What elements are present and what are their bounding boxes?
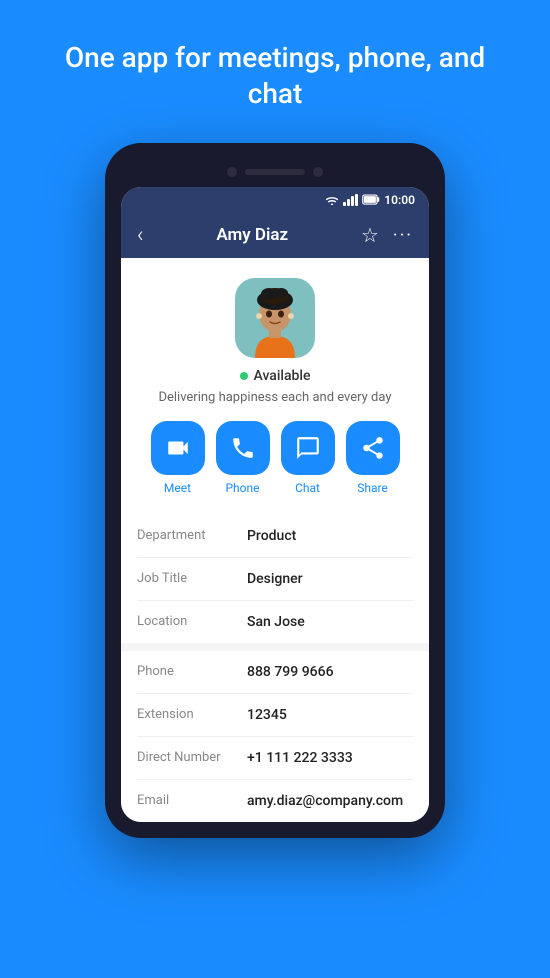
share-button[interactable]: Share xyxy=(346,421,400,495)
email-value: amy.diaz@company.com xyxy=(247,793,403,809)
extension-row: Extension 12345 xyxy=(137,694,413,737)
direct-number-value: +1 111 222 3333 xyxy=(247,750,353,766)
speaker xyxy=(245,169,305,175)
email-label: Email xyxy=(137,793,247,808)
section-divider xyxy=(121,643,429,651)
availability-status: Available xyxy=(240,368,311,384)
back-button[interactable]: ‹ xyxy=(137,223,144,248)
share-label: Share xyxy=(357,481,388,495)
department-label: Department xyxy=(137,528,247,543)
meet-icon-circle xyxy=(151,421,205,475)
camera-right xyxy=(313,167,323,177)
chat-label: Chat xyxy=(295,481,320,495)
wifi-icon xyxy=(325,195,339,205)
signal-icon xyxy=(343,194,358,206)
status-bar: 10:00 xyxy=(121,187,429,213)
email-row: Email amy.diaz@company.com xyxy=(137,780,413,822)
direct-number-label: Direct Number xyxy=(137,750,247,765)
more-options-button[interactable]: ··· xyxy=(393,225,413,246)
contact-info-group1: Department Product Job Title Designer Lo… xyxy=(121,515,429,643)
profile-section: Available Delivering happiness each and … xyxy=(121,258,429,515)
nav-actions: ☆ ··· xyxy=(361,223,413,247)
phone-label: Phone xyxy=(225,481,259,495)
phone-frame: 10:00 ‹ Amy Diaz ☆ ··· xyxy=(105,143,445,838)
headline: One app for meetings, phone, and chat xyxy=(0,0,550,143)
extension-label: Extension xyxy=(137,707,247,722)
phone-row: Phone 888 799 9666 xyxy=(137,651,413,694)
phone-button[interactable]: Phone xyxy=(216,421,270,495)
status-icons: 10:00 xyxy=(325,193,415,207)
direct-number-row: Direct Number +1 111 222 3333 xyxy=(137,737,413,780)
phone-screen: 10:00 ‹ Amy Diaz ☆ ··· xyxy=(121,187,429,822)
contact-info-group2: Phone 888 799 9666 Extension 12345 Direc… xyxy=(121,651,429,822)
job-title-row: Job Title Designer xyxy=(137,558,413,601)
job-title-value: Designer xyxy=(247,571,303,587)
time: 10:00 xyxy=(384,193,415,207)
action-buttons: Meet Phone xyxy=(137,421,413,495)
phone-icon xyxy=(230,435,256,461)
phone-field-value: 888 799 9666 xyxy=(247,664,334,680)
job-title-label: Job Title xyxy=(137,571,247,586)
nav-title: Amy Diaz xyxy=(216,225,288,245)
phone-icon-circle xyxy=(216,421,270,475)
chat-button[interactable]: Chat xyxy=(281,421,335,495)
chat-icon xyxy=(295,435,321,461)
location-value: San Jose xyxy=(247,614,305,630)
battery-icon xyxy=(362,194,380,205)
avatar-image xyxy=(235,278,315,358)
department-value: Product xyxy=(247,528,296,544)
extension-value: 12345 xyxy=(247,707,287,723)
video-icon xyxy=(165,435,191,461)
avatar xyxy=(235,278,315,358)
meet-label: Meet xyxy=(164,481,191,495)
status-label: Available xyxy=(254,368,311,384)
location-label: Location xyxy=(137,614,247,629)
phone-field-label: Phone xyxy=(137,664,247,679)
share-icon xyxy=(360,435,386,461)
share-icon-circle xyxy=(346,421,400,475)
camera-left xyxy=(227,167,237,177)
favorite-button[interactable]: ☆ xyxy=(361,223,379,247)
nav-bar: ‹ Amy Diaz ☆ ··· xyxy=(121,213,429,258)
status-dot xyxy=(240,372,248,380)
phone-notch xyxy=(121,159,429,187)
location-row: Location San Jose xyxy=(137,601,413,643)
department-row: Department Product xyxy=(137,515,413,558)
chat-icon-circle xyxy=(281,421,335,475)
meet-button[interactable]: Meet xyxy=(151,421,205,495)
status-message: Delivering happiness each and every day xyxy=(158,390,391,405)
